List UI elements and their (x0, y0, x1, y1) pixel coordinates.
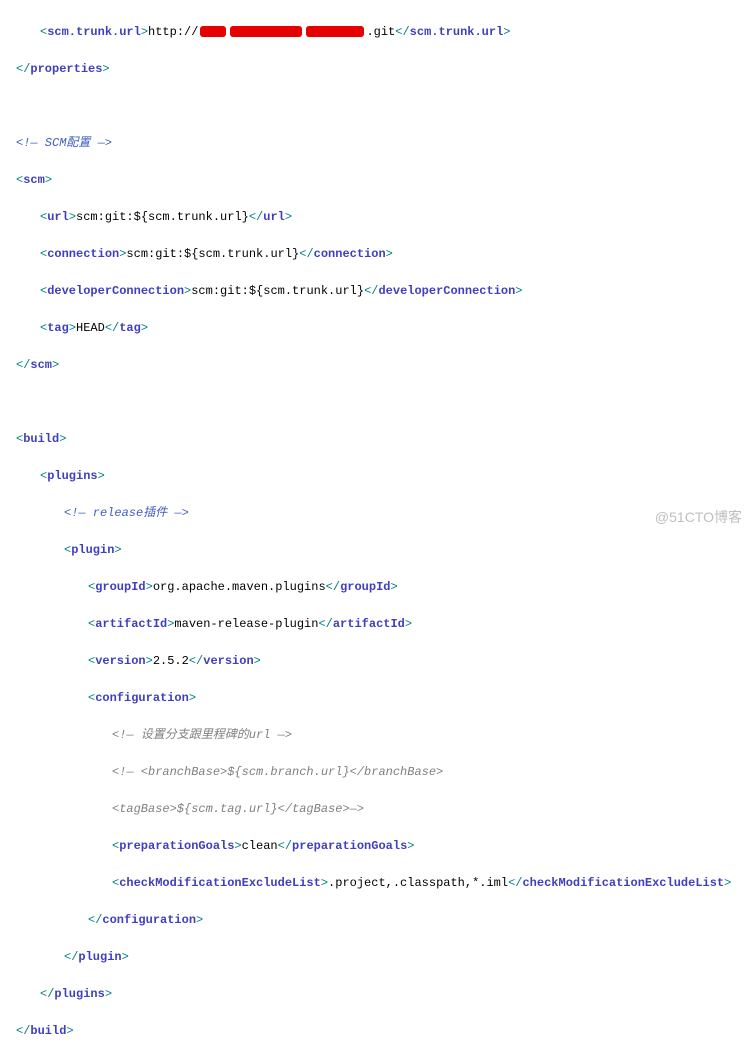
xml-line: <plugin> (16, 541, 748, 560)
xml-line: <scm.trunk.url>http://.git</scm.trunk.ur… (16, 23, 748, 42)
comment-line: <!— release插件 —> (16, 504, 748, 523)
xml-line: </plugin> (16, 948, 748, 967)
xml-line: <plugins> (16, 467, 748, 486)
xml-line: <developerConnection>scm:git:${scm.trunk… (16, 282, 748, 301)
xml-line: <build> (16, 430, 748, 449)
redaction-bar (200, 26, 226, 37)
xml-line: <connection>scm:git:${scm.trunk.url}</co… (16, 245, 748, 264)
xml-line: </properties> (16, 60, 748, 79)
xml-line: </scm> (16, 356, 748, 375)
watermark-label: @51CTO博客 (655, 508, 742, 527)
xml-line: <tag>HEAD</tag> (16, 319, 748, 338)
xml-line: </build> (16, 1022, 748, 1041)
comment-line: <!— SCM配置 —> (16, 134, 748, 153)
redaction-bar (230, 26, 302, 37)
xml-line: </plugins> (16, 985, 748, 1004)
code-block: <scm.trunk.url>http://.git</scm.trunk.ur… (0, 0, 748, 1059)
comment-line: <tagBase>${scm.tag.url}</tagBase>—> (16, 800, 748, 819)
xml-line: <groupId>org.apache.maven.plugins</group… (16, 578, 748, 597)
xml-line: <artifactId>maven-release-plugin</artifa… (16, 615, 748, 634)
comment-line: <!— <branchBase>${scm.branch.url}</branc… (16, 763, 748, 782)
xml-line: <configuration> (16, 689, 748, 708)
blank-line (16, 393, 748, 412)
xml-line: <url>scm:git:${scm.trunk.url}</url> (16, 208, 748, 227)
comment-line: <!— 设置分支跟里程碑的url —> (16, 726, 748, 745)
xml-line: </configuration> (16, 911, 748, 930)
xml-line: <preparationGoals>clean</preparationGoal… (16, 837, 748, 856)
xml-line: <checkModificationExcludeList>.project,.… (16, 874, 748, 893)
blank-line (16, 97, 748, 116)
xml-line: <scm> (16, 171, 748, 190)
redaction-bar (306, 26, 364, 37)
xml-line: <version>2.5.2</version> (16, 652, 748, 671)
